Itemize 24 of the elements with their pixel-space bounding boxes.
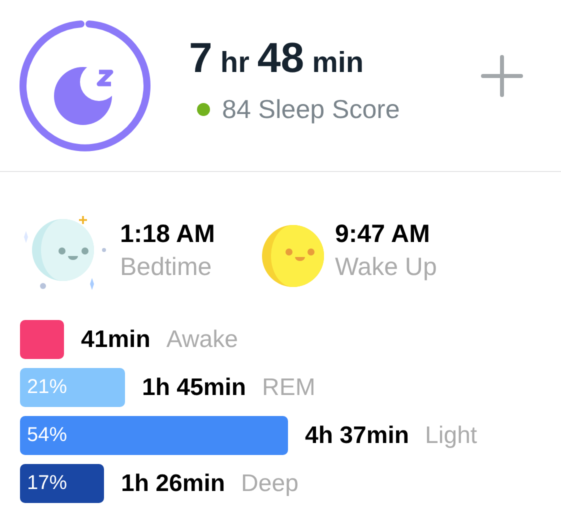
score-dot: [197, 103, 210, 116]
stage-duration: 1h 26min: [121, 470, 226, 498]
stage-label: Deep: [241, 470, 298, 498]
stage-duration: 1h 45min: [142, 374, 246, 402]
sun-face-icon: [261, 224, 325, 288]
time-value: 9:47 AM: [335, 220, 431, 249]
stage-duration: 41min: [81, 326, 150, 354]
stage-label: Awake: [166, 326, 238, 354]
hours-value: 7: [189, 34, 212, 82]
add-icon[interactable]: [481, 54, 523, 96]
time-value: 1:18 AM: [120, 220, 215, 249]
sleep-score: 84 Sleep Score: [222, 94, 400, 125]
minutes-unit: min: [312, 47, 364, 80]
time-label: Wake Up: [335, 253, 437, 282]
stage-bar: 54%: [20, 416, 288, 455]
time-label: Bedtime: [120, 253, 213, 282]
hours-unit: hr: [220, 47, 250, 80]
stage-bar: 21%: [20, 368, 125, 407]
stage-duration: 4h 37min: [305, 422, 410, 450]
sleep-moon-icon: [19, 20, 151, 152]
stage-label: REM: [262, 374, 316, 402]
stage-bar: 17%: [20, 464, 104, 503]
stage-label: Light: [425, 422, 478, 450]
minutes-value: 48: [257, 34, 304, 82]
